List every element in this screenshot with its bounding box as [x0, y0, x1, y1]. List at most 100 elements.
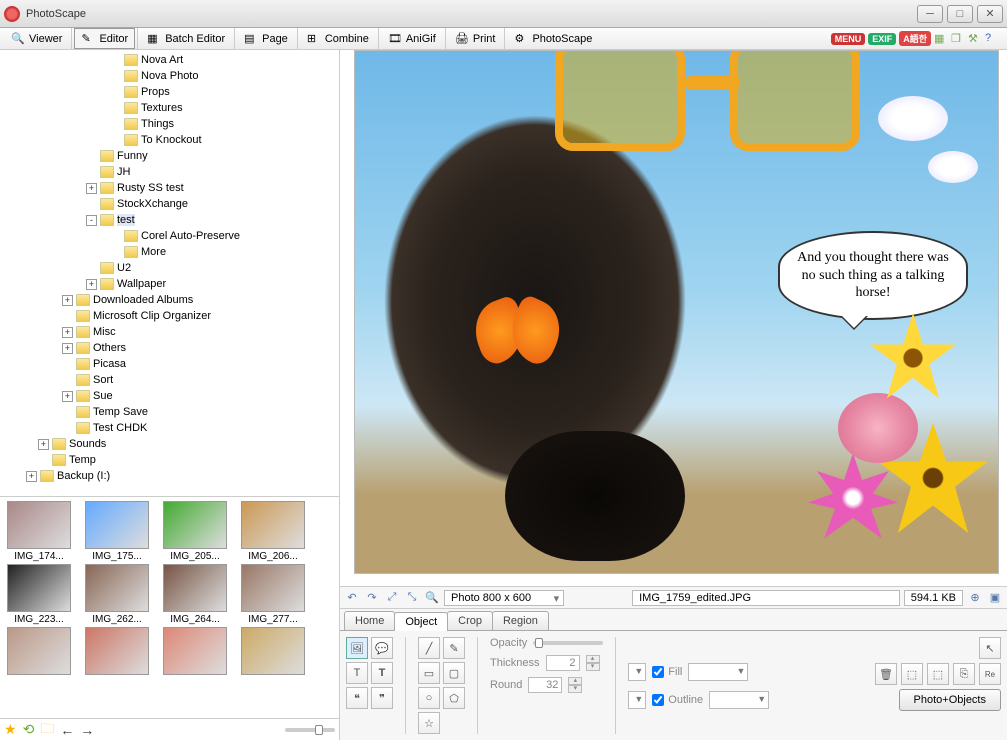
- tree-node[interactable]: Corel Auto-Preserve: [2, 228, 339, 244]
- fill-mode-dropdown[interactable]: [628, 663, 646, 681]
- thumbnail[interactable]: IMG_262...: [82, 564, 152, 625]
- pointer-tool[interactable]: ↖: [979, 637, 1001, 659]
- thumbnail[interactable]: IMG_205...: [160, 501, 230, 562]
- quote-tool[interactable]: ❝: [346, 687, 368, 709]
- circle-tool[interactable]: ○: [418, 687, 440, 709]
- folder-icon[interactable]: 🗀: [40, 718, 54, 742]
- copy-obj-icon[interactable]: ⎘: [953, 663, 975, 685]
- expand-icon[interactable]: +: [62, 295, 73, 306]
- tree-node[interactable]: Sort: [2, 372, 339, 388]
- thumbnail[interactable]: IMG_277...: [238, 564, 308, 625]
- trash-icon[interactable]: 🗑: [875, 663, 897, 685]
- cloud-sticker[interactable]: [878, 96, 948, 141]
- photo-size-dropdown[interactable]: Photo 800 x 600: [444, 590, 564, 606]
- butterfly-sticker[interactable]: [475, 301, 575, 381]
- tree-node[interactable]: Textures: [2, 100, 339, 116]
- settings-icon[interactable]: ⚒: [968, 32, 982, 46]
- cloud-sticker-2[interactable]: [928, 151, 978, 183]
- tree-node[interactable]: More: [2, 244, 339, 260]
- refresh-icon[interactable]: ⟲: [23, 721, 35, 738]
- toolbar-tab-page[interactable]: ▤Page: [237, 28, 295, 49]
- maximize-button[interactable]: □: [947, 5, 973, 23]
- photo-icon[interactable]: ▦: [934, 32, 948, 46]
- expand-icon[interactable]: +: [62, 343, 73, 354]
- thickness-spinner[interactable]: ▴▾: [586, 655, 600, 671]
- sunglasses-sticker[interactable]: [555, 50, 865, 171]
- star-tool[interactable]: ☆: [418, 712, 440, 734]
- back-icon[interactable]: ⬚: [927, 663, 949, 685]
- expand-icon[interactable]: +: [38, 439, 49, 450]
- toolbar-tab-anigif[interactable]: 🎞AniGif: [381, 28, 443, 49]
- tree-node[interactable]: To Knockout: [2, 132, 339, 148]
- tree-node[interactable]: Microsoft Clip Organizer: [2, 308, 339, 324]
- tree-node[interactable]: -test: [2, 212, 339, 228]
- expand-icon[interactable]: -: [86, 215, 97, 226]
- fit-icon[interactable]: ⤢: [384, 590, 400, 606]
- front-icon[interactable]: ⬚: [901, 663, 923, 685]
- rose-sticker[interactable]: [838, 393, 918, 463]
- photo-objects-button[interactable]: Photo+Objects: [899, 689, 1001, 711]
- expand-icon[interactable]: ⤡: [404, 590, 420, 606]
- opacity-slider[interactable]: [533, 641, 603, 645]
- thumbnail-grid[interactable]: IMG_174...IMG_175...IMG_205...IMG_206...…: [0, 496, 339, 718]
- expand-icon[interactable]: +: [86, 183, 97, 194]
- expand-icon[interactable]: +: [26, 471, 37, 482]
- zoom-slider[interactable]: [285, 728, 335, 732]
- line-tool[interactable]: ╱: [418, 637, 440, 659]
- tree-node[interactable]: Funny: [2, 148, 339, 164]
- tree-node[interactable]: JH: [2, 164, 339, 180]
- tree-node[interactable]: +Wallpaper: [2, 276, 339, 292]
- thumbnail[interactable]: [160, 627, 230, 677]
- prev-icon[interactable]: ←: [60, 722, 74, 738]
- yellow-flower-sticker[interactable]: [868, 313, 958, 403]
- polygon-tool[interactable]: ⬠: [443, 687, 465, 709]
- tree-node[interactable]: Nova Photo: [2, 68, 339, 84]
- tree-node[interactable]: +Sounds: [2, 436, 339, 452]
- canvas-area[interactable]: And you thought there was no such thing …: [340, 50, 1007, 587]
- thumbnail[interactable]: [82, 627, 152, 677]
- minimize-button[interactable]: ─: [917, 5, 943, 23]
- copy-icon[interactable]: ❐: [951, 32, 965, 46]
- round-input[interactable]: 32: [528, 677, 562, 693]
- rect-tool[interactable]: ▭: [418, 662, 440, 684]
- pen-tool[interactable]: ✎: [443, 637, 465, 659]
- tree-node[interactable]: Temp: [2, 452, 339, 468]
- tree-node[interactable]: +Rusty SS test: [2, 180, 339, 196]
- toolbar-tab-editor[interactable]: ✎Editor: [74, 28, 135, 49]
- thumbnail[interactable]: IMG_264...: [160, 564, 230, 625]
- fill-checkbox[interactable]: Fill: [652, 666, 682, 678]
- redo-icon[interactable]: ↷: [364, 590, 380, 606]
- expand-icon[interactable]: +: [62, 391, 73, 402]
- toolbar-tab-combine[interactable]: ⊞Combine: [300, 28, 376, 49]
- image-tool[interactable]: 🖼: [346, 637, 368, 659]
- lang-badge[interactable]: A語한: [899, 31, 931, 46]
- link-icon[interactable]: Re: [979, 663, 1001, 685]
- tree-node[interactable]: Nova Art: [2, 52, 339, 68]
- thumbnail[interactable]: [4, 627, 74, 677]
- tree-node[interactable]: +Sue: [2, 388, 339, 404]
- tree-node[interactable]: StockXchange: [2, 196, 339, 212]
- speech-bubble[interactable]: And you thought there was no such thing …: [778, 231, 968, 320]
- tree-node[interactable]: +Downloaded Albums: [2, 292, 339, 308]
- tree-node[interactable]: +Backup (I:): [2, 468, 339, 484]
- thumbnail[interactable]: [238, 627, 308, 677]
- star-icon[interactable]: ★: [4, 721, 17, 738]
- symbol-tool[interactable]: ❞: [371, 687, 393, 709]
- tree-node[interactable]: Props: [2, 84, 339, 100]
- roundrect-tool[interactable]: ▢: [443, 662, 465, 684]
- image-stage[interactable]: And you thought there was no such thing …: [354, 50, 999, 574]
- undo-icon[interactable]: ↶: [344, 590, 360, 606]
- fill-color-swatch[interactable]: [688, 663, 748, 681]
- thumbnail[interactable]: IMG_223...: [4, 564, 74, 625]
- tree-node[interactable]: U2: [2, 260, 339, 276]
- menu-badge[interactable]: MENU: [831, 33, 866, 45]
- editor-tab-object[interactable]: Object: [394, 612, 448, 631]
- richtext-tool[interactable]: T: [371, 662, 393, 684]
- tree-node[interactable]: Temp Save: [2, 404, 339, 420]
- toolbar-tab-photoscape[interactable]: ⚙PhotoScape: [507, 28, 599, 49]
- next-icon[interactable]: →: [80, 722, 94, 738]
- toolbar-tab-print[interactable]: 🖨Print: [448, 28, 503, 49]
- toolbar-tab-batch-editor[interactable]: ▦Batch Editor: [140, 28, 232, 49]
- editor-tab-region[interactable]: Region: [492, 611, 549, 630]
- balloon-tool[interactable]: 💬: [371, 637, 393, 659]
